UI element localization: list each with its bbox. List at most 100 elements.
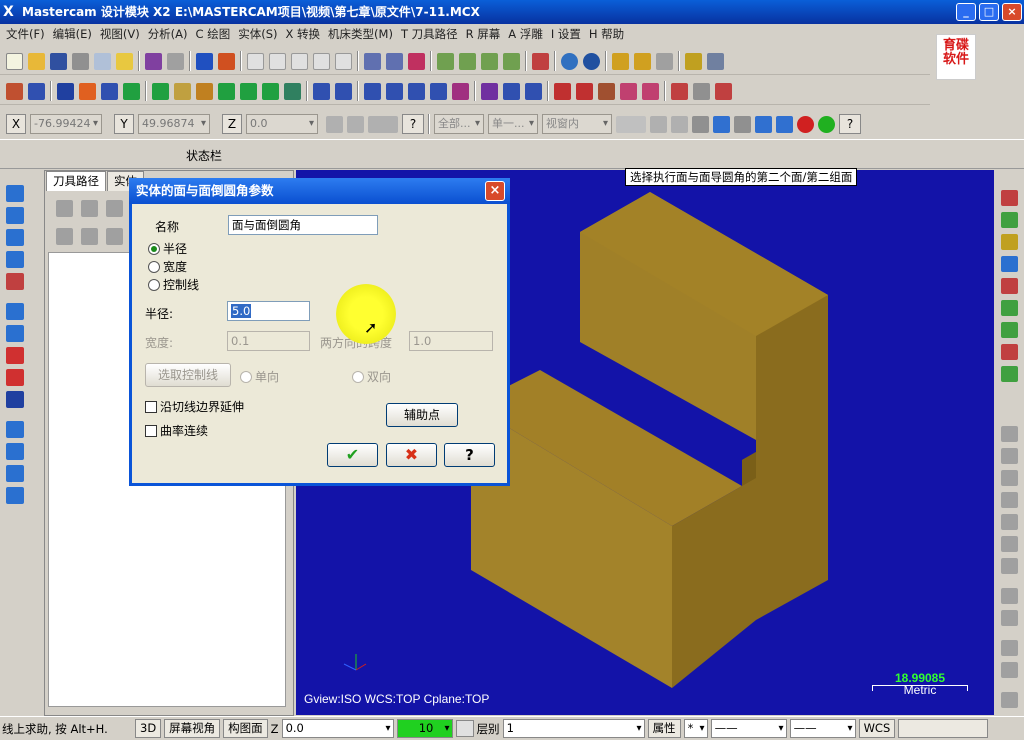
fillet-icon[interactable]: [240, 82, 257, 100]
solid-thicken-icon[interactable]: [6, 369, 24, 386]
right-tool-10-icon[interactable]: [1001, 426, 1018, 442]
pointer-icon[interactable]: [650, 115, 667, 133]
dimension-icon[interactable]: [313, 82, 330, 100]
trim-icon[interactable]: [57, 82, 74, 100]
selection-mode-select[interactable]: 视窗内: [542, 114, 612, 134]
shaded-cube-icon[interactable]: [481, 52, 498, 70]
hidden-cube-icon[interactable]: [459, 52, 476, 70]
radio-radius-row[interactable]: 半径: [148, 240, 187, 257]
select-edge-icon[interactable]: [734, 115, 751, 133]
solid-trim-icon[interactable]: [6, 347, 24, 364]
select-single-button[interactable]: 单一...: [488, 114, 538, 134]
cutter-icon[interactable]: [715, 82, 732, 100]
menu-settings[interactable]: I 设置: [551, 24, 581, 44]
single-direction-row[interactable]: 单向: [240, 368, 279, 385]
radio-control-row[interactable]: 控制线: [148, 276, 199, 293]
right-tool-12-icon[interactable]: [1001, 470, 1018, 486]
right-tool-3-icon[interactable]: [1001, 234, 1018, 250]
open-file-icon[interactable]: [28, 52, 45, 70]
pencil-icon[interactable]: [612, 52, 629, 70]
menu-screen[interactable]: R 屏幕: [466, 24, 501, 44]
menu-toolpaths[interactable]: T 刀具路径: [401, 24, 458, 44]
boolean-add-icon[interactable]: [6, 421, 24, 438]
select-icon[interactable]: [364, 52, 381, 70]
control-line-radio[interactable]: [148, 279, 160, 291]
app-icon[interactable]: X: [3, 4, 19, 20]
wcs-button[interactable]: WCS: [858, 719, 896, 738]
offset-icon[interactable]: [452, 82, 469, 100]
right-tool-2-icon[interactable]: [1001, 212, 1018, 228]
menu-xform[interactable]: X 转换: [286, 24, 321, 44]
name-input[interactable]: 面与面倒圆角: [228, 215, 378, 235]
x-coordinate-field[interactable]: -76.99424: [30, 114, 102, 134]
cancel-button[interactable]: ✖: [386, 443, 437, 467]
solid-loft-icon[interactable]: [6, 251, 24, 268]
menu-edit[interactable]: 编辑(E): [53, 24, 92, 44]
right-tool-8-icon[interactable]: [1001, 344, 1018, 360]
repaint-icon[interactable]: [218, 52, 235, 70]
right-tool-19-icon[interactable]: [1001, 640, 1018, 656]
line-icon[interactable]: [174, 82, 191, 100]
maximize-button[interactable]: □: [979, 3, 999, 21]
zoom-window-icon[interactable]: [269, 52, 286, 70]
extend-tangent-checkbox[interactable]: [145, 401, 157, 413]
y-label[interactable]: Y: [114, 114, 134, 134]
autocursor-icon[interactable]: [347, 115, 364, 133]
solid-extrude-icon[interactable]: [6, 185, 24, 202]
select-face-icon[interactable]: [692, 115, 709, 133]
extend-tangent-row[interactable]: 沿切线边界延伸: [145, 398, 244, 415]
print-preview-icon[interactable]: [94, 52, 111, 70]
select-back-icon[interactable]: [755, 115, 772, 133]
arc-icon[interactable]: [196, 82, 213, 100]
magic-wand-icon[interactable]: [634, 52, 651, 70]
right-tool-13-icon[interactable]: [1001, 492, 1018, 508]
boolean-remove-icon[interactable]: [6, 443, 24, 460]
print-icon[interactable]: [72, 52, 89, 70]
levels-icon[interactable]: [685, 52, 702, 70]
minimize-button[interactable]: _: [956, 3, 976, 21]
radius-radio[interactable]: [148, 243, 160, 255]
surface-icon[interactable]: [642, 82, 659, 100]
right-tool-17-icon[interactable]: [1001, 588, 1018, 604]
verify-icon[interactable]: [616, 115, 646, 133]
menu-create[interactable]: C 绘图: [196, 24, 231, 44]
menu-analyze[interactable]: 分析(A): [148, 24, 188, 44]
right-tool-6-icon[interactable]: [1001, 300, 1018, 316]
radius-input[interactable]: 5.0: [227, 301, 310, 321]
point-icon[interactable]: [152, 82, 169, 100]
right-tool-5-icon[interactable]: [1001, 278, 1018, 294]
solid-remove-face-icon[interactable]: [6, 391, 24, 408]
menu-file[interactable]: 文件(F): [6, 24, 45, 44]
dialog-close-button[interactable]: ×: [485, 181, 505, 201]
grid-icon[interactable]: [554, 82, 571, 100]
radio-width-row[interactable]: 宽度: [148, 258, 187, 275]
grid-snap-icon[interactable]: [368, 115, 398, 133]
select-loop-icon[interactable]: [776, 115, 793, 133]
find-features-icon[interactable]: [6, 487, 24, 504]
save-icon[interactable]: [50, 52, 67, 70]
fit-icon[interactable]: [247, 52, 264, 70]
help-button[interactable]: ?: [444, 443, 495, 467]
tag-icon[interactable]: [620, 82, 637, 100]
regenerate-icon[interactable]: [106, 200, 123, 217]
globe-icon[interactable]: [561, 52, 578, 70]
right-tool-16-icon[interactable]: [1001, 558, 1018, 574]
note-icon[interactable]: [335, 82, 352, 100]
select-all-button[interactable]: 全部...: [434, 114, 484, 134]
line-width-select[interactable]: ——: [789, 719, 856, 738]
level-field[interactable]: 1: [502, 719, 645, 738]
menu-view[interactable]: 视图(V): [100, 24, 140, 44]
help-icon-2[interactable]: ?: [839, 114, 861, 134]
group-button[interactable]: [898, 719, 989, 738]
cplane-button[interactable]: 构图面: [223, 719, 268, 738]
right-tool-11-icon[interactable]: [1001, 448, 1018, 464]
clear-color-icon[interactable]: [408, 52, 425, 70]
redo-icon[interactable]: [167, 52, 184, 70]
solid-revolve-icon[interactable]: [6, 207, 24, 224]
layer-icon[interactable]: [123, 82, 140, 100]
cylinder-icon[interactable]: [284, 82, 301, 100]
solid-shell-icon[interactable]: [6, 325, 24, 342]
zoom-target-icon[interactable]: [313, 52, 330, 70]
run-icon[interactable]: [707, 52, 724, 70]
tab-toolpaths[interactable]: 刀具路径: [46, 171, 106, 191]
